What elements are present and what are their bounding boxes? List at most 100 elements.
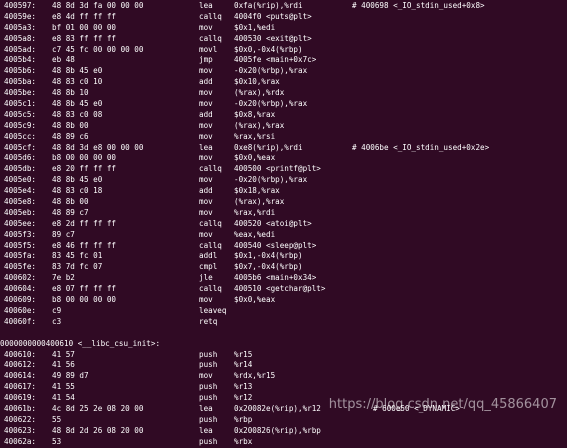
instruction-address: 400597:: [4, 1, 37, 10]
operands: (%rax),%rax: [234, 197, 285, 207]
instruction-address: 40060f:: [4, 316, 37, 326]
mnemonic: mov: [199, 99, 213, 109]
operands: 400520 <atoi@plt>: [234, 218, 312, 228]
instruction-address: 400602:: [4, 273, 37, 283]
disassembly-line: 400604: e8 07 ff ff ff callq 400510 <getcha…: [0, 284, 567, 295]
mnemonic: callq: [199, 284, 222, 294]
instruction-address: 40062a:: [4, 436, 37, 446]
instruction-address: 4005fe:: [4, 262, 37, 272]
instruction-address: 4005fa:: [4, 251, 37, 261]
disassembly-line: 4005f3: 89 c7 mov %eax,%edi: [0, 230, 567, 241]
function-label: 0000000000400610 <__libc_csu_init>:: [0, 338, 161, 348]
mnemonic: movl: [199, 44, 218, 54]
disassembly-line: 4005e4: 48 83 c0 18 add $0x18,%rax: [0, 186, 567, 197]
instruction-address: 4005c1:: [4, 99, 37, 109]
operands: $0x0,%eax: [234, 295, 276, 305]
disassembly-block-main: 400597: 48 8d 3d fa 00 00 00 lea 0xfa(%rip)…: [0, 1, 567, 328]
operands: %eax,%edi: [234, 229, 276, 239]
operands: 400530 <exit@plt>: [234, 33, 312, 43]
operands: 0xe8(%rip),%rdi: [234, 142, 303, 152]
mnemonic: jle: [199, 273, 213, 283]
machine-code-bytes: 48 8b 00: [52, 120, 89, 130]
mnemonic: lea: [199, 1, 213, 10]
machine-code-bytes: c9: [52, 305, 62, 315]
operands: 400500 <printf@plt>: [234, 164, 321, 174]
machine-code-bytes: e8 20 ff ff ff: [52, 164, 117, 174]
machine-code-bytes: 89 c7: [52, 229, 75, 239]
mnemonic: mov: [199, 295, 213, 305]
operands: (%rax),%rdx: [234, 88, 285, 98]
operands: 0x20082e(%rip),%r12: [234, 403, 321, 413]
machine-code-bytes: 55: [52, 414, 62, 424]
machine-code-bytes: 48 8b 45 e0: [52, 66, 103, 76]
instruction-address: 4005e0:: [4, 175, 37, 185]
instruction-address: 4005f3:: [4, 229, 37, 239]
machine-code-bytes: e8 4d ff ff ff: [52, 11, 117, 21]
instruction-address: 40061b:: [4, 403, 37, 413]
machine-code-bytes: 41 57: [52, 349, 75, 359]
instruction-address: 4005eb:: [4, 207, 37, 217]
instruction-address: 4005d6:: [4, 153, 37, 163]
instruction-address: 40059e:: [4, 11, 37, 21]
mnemonic: mov: [199, 120, 213, 130]
machine-code-bytes: e8 07 ff ff ff: [52, 284, 117, 294]
disassembly-line: 4005fa: 83 45 fc 01 addl $0x1,-0x4(%rbp): [0, 251, 567, 262]
operands: $0x1,-0x4(%rbp): [234, 251, 303, 261]
mnemonic: push: [199, 349, 218, 359]
instruction-address: 4005b4:: [4, 55, 37, 65]
operands: %rbx: [234, 436, 253, 446]
instruction-address: 4005b6:: [4, 66, 37, 76]
mnemonic: add: [199, 77, 213, 87]
disassembly-line: 400623: 48 8d 2d 26 08 20 00 lea 0x200826(%…: [0, 426, 567, 437]
operands: %rax,%rsi: [234, 131, 276, 141]
operands: 400540 <sleep@plt>: [234, 240, 317, 250]
mnemonic: mov: [199, 153, 213, 163]
instruction-address: 4005be:: [4, 88, 37, 98]
mnemonic: lea: [199, 425, 213, 435]
machine-code-bytes: 48 89 c7: [52, 207, 89, 217]
mnemonic: jmp: [199, 55, 213, 65]
machine-code-bytes: e8 83 ff ff ff: [52, 33, 117, 43]
instruction-address: 4005ee:: [4, 218, 37, 228]
instruction-address: 4005c9:: [4, 120, 37, 130]
disassembly-line: 4005eb: 48 89 c7 mov %rax,%rdi: [0, 208, 567, 219]
comment: # 400698 <_IO_stdin_used+0x8>: [352, 1, 485, 10]
disassembly-line: 400610: 41 57 push %r15: [0, 350, 567, 361]
machine-code-bytes: 48 8d 3d fa 00 00 00: [52, 1, 144, 10]
mnemonic: add: [199, 109, 213, 119]
machine-code-bytes: c3: [52, 316, 62, 326]
machine-code-bytes: e8 2d ff ff ff: [52, 218, 117, 228]
operands: 4005b6 <main+0x34>: [234, 273, 317, 283]
disassembly-line: 40060e: c9 leaveq: [0, 306, 567, 317]
mnemonic: mov: [199, 229, 213, 239]
mnemonic: mov: [199, 371, 213, 381]
operands: $0x18,%rax: [234, 186, 280, 196]
instruction-address: 4005c5:: [4, 109, 37, 119]
instruction-address: 4005cf:: [4, 142, 37, 152]
instruction-address: 4005e4:: [4, 186, 37, 196]
instruction-address: 40060e:: [4, 305, 37, 315]
machine-code-bytes: 48 8d 3d e8 00 00 00: [52, 142, 144, 152]
machine-code-bytes: 7e b2: [52, 273, 75, 283]
disassembly-line: 400602: 7e b2 jle 4005b6 <main+0x34>: [0, 273, 567, 284]
operands: $0x0,%eax: [234, 153, 276, 163]
disassembly-line: 40062a: 53 push %rbx: [0, 437, 567, 448]
operands: 400510 <getchar@plt>: [234, 284, 326, 294]
terminal-window[interactable]: 400597: 48 8d 3d fa 00 00 00 lea 0xfa(%rip)…: [0, 0, 567, 446]
operands: %r13: [234, 382, 253, 392]
disassembly-line: 400617: 41 55 push %r13: [0, 382, 567, 393]
mnemonic: lea: [199, 403, 213, 413]
machine-code-bytes: 48 8b 00: [52, 197, 89, 207]
mnemonic: callq: [199, 164, 222, 174]
machine-code-bytes: 48 8b 45 e0: [52, 175, 103, 185]
operands: 0xfa(%rip),%rdi: [234, 1, 303, 10]
machine-code-bytes: b8 00 00 00 00: [52, 153, 117, 163]
disassembly-line: 4005cc: 48 89 c6 mov %rax,%rsi: [0, 132, 567, 143]
disassembly-line: 4005c9: 48 8b 00 mov (%rax),%rax: [0, 121, 567, 132]
disassembly-line: 4005b4: eb 48 jmp 4005fe <main+0x7c>: [0, 55, 567, 66]
operands: %rbp: [234, 414, 253, 424]
mnemonic: mov: [199, 66, 213, 76]
operands: %rax,%rdi: [234, 207, 276, 217]
mnemonic: push: [199, 436, 218, 446]
instruction-address: 400604:: [4, 284, 37, 294]
